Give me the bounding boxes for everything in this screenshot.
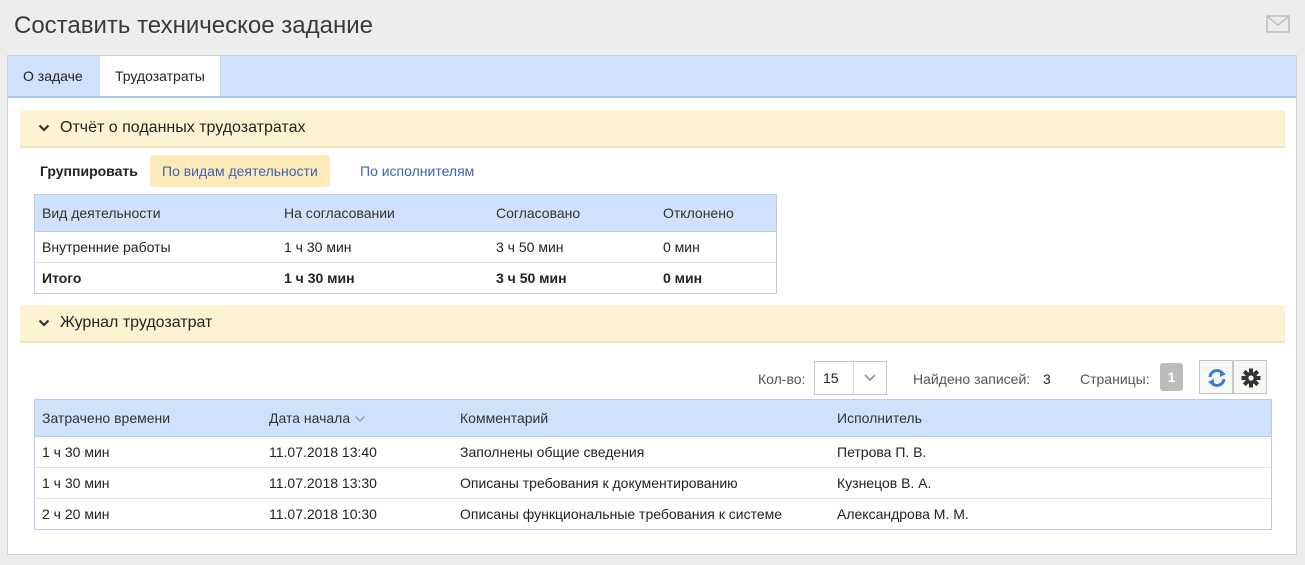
found-value: 3 <box>1043 371 1051 387</box>
chevron-down-icon <box>864 374 876 382</box>
comment-cell: Описаны требования к документированию <box>453 467 830 499</box>
pages-label: Страницы: <box>1080 371 1150 387</box>
total-label: Итого <box>42 270 82 286</box>
column-header: На согласовании <box>277 195 489 232</box>
chevron-down-icon <box>38 319 50 327</box>
total-approved: 3 ч 50 мин <box>496 270 567 286</box>
chevron-down-icon <box>38 124 50 132</box>
rejected-cell: 0 мин <box>656 231 776 263</box>
group-by-executor-button[interactable]: По исполнителям <box>348 155 486 187</box>
table-row: Внутренние работы 1 ч 30 мин 3 ч 50 мин … <box>35 231 776 263</box>
column-header-sortable[interactable]: Дата начала <box>262 400 453 437</box>
spent-cell: 1 ч 30 мин <box>35 436 262 468</box>
column-header: Согласовано <box>489 195 656 232</box>
column-header: Затрачено времени <box>35 400 262 437</box>
start-cell: 11.07.2018 10:30 <box>269 506 377 522</box>
group-label: Группировать <box>40 163 138 179</box>
total-rejected: 0 мин <box>663 270 703 286</box>
dropdown-arrow[interactable] <box>853 362 886 394</box>
column-header: Комментарий <box>453 400 830 437</box>
report-table: Вид деятельности На согласовании Согласо… <box>34 194 777 294</box>
comment-cell: Заполнены общие сведения <box>453 436 830 468</box>
activity-cell: Внутренние работы <box>35 231 277 263</box>
executor-link[interactable]: Александрова М. М. <box>830 499 1271 530</box>
tab-about-task[interactable]: О задаче <box>8 56 98 96</box>
found-label: Найдено записей: <box>913 371 1031 387</box>
qty-select[interactable]: 15 <box>814 361 887 395</box>
approved-cell: 3 ч 50 мин <box>489 231 656 263</box>
tab-labor-costs[interactable]: Трудозатраты <box>100 56 221 96</box>
spent-cell: 1 ч 30 мин <box>35 467 262 499</box>
page-1-button[interactable]: 1 <box>1160 363 1183 391</box>
start-cell: 11.07.2018 13:40 <box>262 436 453 468</box>
total-pending: 1 ч 30 мин <box>284 270 355 286</box>
column-header: Вид деятельности <box>35 195 277 232</box>
executor-link[interactable]: Кузнецов В. А. <box>830 467 1271 499</box>
page-title: Составить техническое задание <box>14 12 373 39</box>
pending-cell: 1 ч 30 мин <box>277 231 489 263</box>
comment-cell: Описаны функциональные требования к сист… <box>460 506 783 522</box>
sort-down-icon <box>354 416 366 423</box>
refresh-icon <box>1208 369 1226 387</box>
tab-bar: О задаче Трудозатраты <box>8 56 1296 98</box>
main-panel: О задаче Трудозатраты Отчёт о поданных т… <box>7 55 1297 555</box>
qty-value: 15 <box>823 370 839 386</box>
column-header: Отклонено <box>656 195 776 232</box>
refresh-button[interactable] <box>1199 360 1233 394</box>
table-row: 1 ч 30 мин 11.07.2018 13:40 Заполнены об… <box>35 436 1271 468</box>
qty-label: Кол-во: <box>758 371 806 387</box>
table-row: 1 ч 30 мин 11.07.2018 13:30 Описаны треб… <box>35 467 1271 499</box>
column-header-label: Дата начала <box>269 410 351 426</box>
gear-icon <box>1241 368 1261 388</box>
column-header: Исполнитель <box>830 400 1271 437</box>
executor-link[interactable]: Петрова П. В. <box>830 436 1271 468</box>
journal-section-header[interactable]: Журнал трудозатрат <box>20 305 1285 343</box>
envelope-icon[interactable] <box>1266 15 1290 33</box>
group-by-activity-button[interactable]: По видам деятельности <box>150 155 330 187</box>
start-cell: 11.07.2018 13:30 <box>262 467 453 499</box>
settings-button[interactable] <box>1233 360 1267 394</box>
total-row: Итого 1 ч 30 мин 3 ч 50 мин 0 мин <box>35 263 776 294</box>
report-section-header[interactable]: Отчёт о поданных трудозатратах <box>20 110 1285 148</box>
spent-cell: 2 ч 20 мин <box>42 506 110 522</box>
table-row: 2 ч 20 мин 11.07.2018 10:30 Описаны функ… <box>35 499 1271 530</box>
report-section-title: Отчёт о поданных трудозатратах <box>60 119 306 136</box>
journal-table: Затрачено времени Дата начала Комментари… <box>34 399 1272 530</box>
journal-section-title: Журнал трудозатрат <box>60 314 213 331</box>
